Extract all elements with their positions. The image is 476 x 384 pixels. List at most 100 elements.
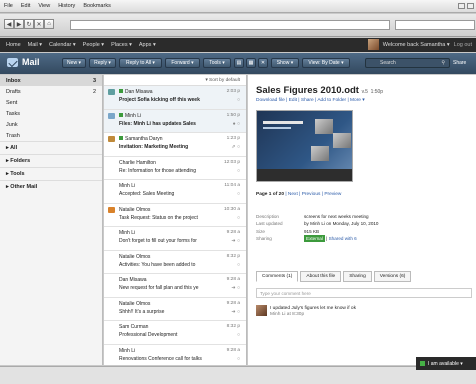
browser-search-bar[interactable] xyxy=(395,20,475,30)
avatar xyxy=(256,305,267,316)
list-item[interactable]: Minh Li Don't forget to fill out your for… xyxy=(104,227,246,251)
message-flags[interactable]: ○ xyxy=(237,191,240,197)
list-item[interactable]: Samantha Daryn Invitation: Marketing Meet… xyxy=(104,133,246,157)
nav-apps[interactable]: Apps ▾ xyxy=(139,42,156,48)
menu-edit[interactable]: Edit xyxy=(21,3,30,9)
new-button[interactable]: New ▾ xyxy=(62,58,86,68)
nav-calendar[interactable]: Calendar ▾ xyxy=(49,42,76,48)
sidebar-item-inbox[interactable]: Inbox 3 xyxy=(0,75,102,86)
reply-button[interactable]: Reply ▾ xyxy=(89,58,116,68)
file-actions[interactable]: Download file | Edit | Share | Add to Fo… xyxy=(256,98,365,103)
preview-link[interactable]: Preview xyxy=(324,192,341,197)
sidebar-item-label: Junk xyxy=(6,121,18,128)
url-bar[interactable] xyxy=(70,20,390,30)
avatar xyxy=(367,39,379,50)
list-item[interactable]: Minh Li Accepted: Sales Meeting 11:04 a ○ xyxy=(104,180,246,204)
tab-versions[interactable]: Versions (6) xyxy=(373,271,412,282)
message-flags[interactable]: ⇗ ○ xyxy=(231,144,240,150)
message-flags[interactable]: ● ○ xyxy=(233,121,240,127)
window-controls xyxy=(458,3,474,9)
sidebar-section-all[interactable]: ▸ All xyxy=(0,141,102,154)
nav-places[interactable]: Places ▾ xyxy=(111,42,132,48)
menu-bookmarks[interactable]: Bookmarks xyxy=(83,3,111,9)
tools-button[interactable]: Tools ▾ xyxy=(203,58,231,68)
sidebar-section-folders[interactable]: ▸ Folders xyxy=(0,154,102,167)
document-thumbnail[interactable] xyxy=(256,110,353,182)
print-icon[interactable]: ▤ xyxy=(234,58,244,68)
presence-icon xyxy=(119,136,123,140)
list-item[interactable]: Minh Li Files: Minh Li has updates Sales 1… xyxy=(104,109,246,133)
sidebar-item-drafts[interactable]: Drafts 2 xyxy=(0,86,102,97)
reload-icon[interactable]: ↻ xyxy=(24,19,34,29)
meta-key: Last updated xyxy=(256,221,283,227)
stop-icon[interactable]: ✕ xyxy=(34,19,44,29)
availability-button[interactable]: I am available ▾ xyxy=(416,357,476,370)
message-flags[interactable]: ○ xyxy=(237,356,240,362)
sort-dropdown[interactable]: ▾ Sort by default xyxy=(104,75,246,86)
nav-home[interactable]: Home xyxy=(6,42,21,48)
reply-all-button[interactable]: Reply to All ▾ xyxy=(119,58,162,68)
message-sender: Charlie Hamilton xyxy=(119,160,156,166)
file-version: v.5 xyxy=(361,89,368,95)
message-flags[interactable]: ➜ ○ xyxy=(231,309,240,315)
menu-history[interactable]: History xyxy=(58,3,75,9)
sidebar-item-trash[interactable]: Trash xyxy=(0,130,102,141)
back-icon[interactable]: ◀ xyxy=(4,19,14,29)
nav-mail[interactable]: Mail ▾ xyxy=(28,42,42,48)
sidebar-section-other-mail[interactable]: ▸ Other Mail xyxy=(0,180,102,193)
nav-people[interactable]: People ▾ xyxy=(83,42,104,48)
message-time: 8:32 p xyxy=(226,253,240,259)
comment-input[interactable]: Type your comment here xyxy=(256,288,472,298)
sidebar-item-tasks[interactable]: Tasks xyxy=(0,108,102,119)
message-time: 8:32 p xyxy=(226,324,240,329)
shared-with-link[interactable]: Shared with 6 xyxy=(329,236,357,241)
message-flags[interactable]: ○ xyxy=(237,168,240,174)
thumbnail-photo xyxy=(311,146,329,161)
file-name: Sales Figures 2010.odt xyxy=(256,85,359,96)
sender-name: Samantha Daryn xyxy=(125,136,163,142)
view-by-date-button[interactable]: View: By Date ▾ xyxy=(302,58,350,68)
message-flags[interactable]: ➜ ○ xyxy=(231,238,240,244)
list-item[interactable]: Natalie Olmos Shhh!! It's a surprise 9:28 … xyxy=(104,298,246,321)
message-flags[interactable]: ○ xyxy=(237,215,240,221)
menu-view[interactable]: View xyxy=(38,3,50,9)
calendar-icon[interactable]: ▦ xyxy=(246,58,256,68)
delete-icon[interactable]: ✕ xyxy=(258,58,268,68)
list-item[interactable]: Natalie Olmos Activities: You have been a… xyxy=(104,251,246,274)
previous-link[interactable]: Previous xyxy=(302,192,321,197)
message-subject: Invitation: Marketing Meeting xyxy=(119,144,189,150)
tab-sharing[interactable]: Sharing xyxy=(343,271,372,282)
maximize-icon[interactable] xyxy=(467,3,474,9)
forward-icon[interactable]: ▶ xyxy=(14,19,24,29)
show-button[interactable]: Show ▾ xyxy=(271,58,299,68)
mail-search-input[interactable]: Search ⚲ xyxy=(365,58,450,68)
list-item[interactable]: Dan Misawa New request for fall plan and … xyxy=(104,274,246,298)
list-item[interactable]: Charlie Hamilton Re: Information for thos… xyxy=(104,157,246,180)
message-flags[interactable]: ➜ ○ xyxy=(231,285,240,291)
next-link[interactable]: Next xyxy=(288,192,298,197)
message-sender: Minh Li xyxy=(119,112,141,119)
sidebar-item-junk[interactable]: Junk xyxy=(0,119,102,130)
sidebar-item-sent[interactable]: Sent xyxy=(0,97,102,108)
forward-button[interactable]: Forward ▾ xyxy=(165,58,200,68)
message-time: 1:50 p xyxy=(226,112,240,118)
tab-about[interactable]: About this file xyxy=(300,271,342,282)
search-icon[interactable]: ⚲ xyxy=(441,60,445,66)
message-type-icon xyxy=(108,206,115,213)
message-flags[interactable]: ○ xyxy=(237,332,240,338)
home-icon[interactable]: ⌂ xyxy=(44,19,54,29)
message-flags[interactable]: ○ xyxy=(237,262,240,268)
tab-comments[interactable]: Comments (1) xyxy=(256,271,299,282)
sidebar-section-tools[interactable]: ▸ Tools xyxy=(0,167,102,180)
sender-name: Natalie Olmos xyxy=(119,206,151,213)
logout-link[interactable]: Log out xyxy=(454,42,472,48)
list-item[interactable]: Natalie Olmos Task Request: Status on the… xyxy=(104,204,246,227)
message-flags[interactable]: ○ xyxy=(237,97,240,103)
list-item[interactable]: Sam Curman Professional Development 8:32 p… xyxy=(104,321,246,345)
list-item[interactable]: Dan Misawa Project Sofia kicking off this… xyxy=(104,86,246,110)
minimize-icon[interactable] xyxy=(458,3,465,9)
share-button[interactable]: Share xyxy=(453,60,466,66)
menu-file[interactable]: File xyxy=(4,3,13,9)
list-item[interactable]: Minh Li Renovations Conference call for t… xyxy=(104,345,246,366)
welcome-menu[interactable]: Welcome back Samantha ▾ xyxy=(383,42,450,48)
